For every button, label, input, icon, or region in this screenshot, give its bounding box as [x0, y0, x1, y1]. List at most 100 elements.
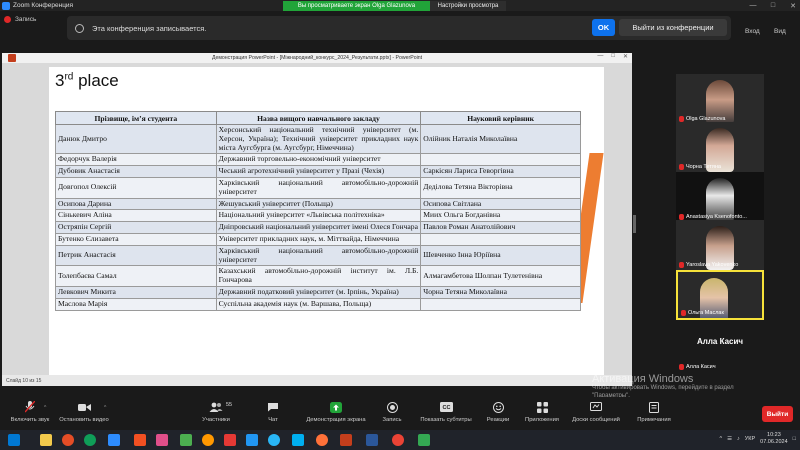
powerpoint-window-title: Демонстрация PowerPoint - [Міжнародний_к…	[211, 55, 423, 61]
participant-tile-active-speaker[interactable]: Ольга Маслак	[676, 270, 764, 320]
table-row: Дубовик Анастасія Чеський агротехнічний у…	[55, 165, 581, 178]
chevron-up-icon[interactable]: ^	[104, 405, 106, 411]
unmute-label: Включить звук	[10, 417, 50, 423]
language-indicator[interactable]: УКР	[745, 436, 755, 442]
powerpoint-titlebar: Демонстрация PowerPoint - [Міжнародний_к…	[2, 53, 632, 63]
word-icon[interactable]	[366, 434, 378, 446]
cell-university: Харківський національний автомобільно-до…	[215, 176, 422, 199]
ok-button[interactable]: OK	[592, 19, 615, 36]
cell-student: Федорчук Валерія	[55, 153, 217, 167]
participant-name: Алла Касич	[686, 364, 716, 370]
participant-name: Yaroslava Yakovenko	[686, 262, 739, 268]
enter-label: Вход	[745, 28, 760, 35]
slide: 3rd place Прізвище, ім’я студента Назва …	[49, 67, 604, 375]
mic-muted-icon	[681, 310, 686, 316]
cell-supervisor: Миих Ольга Богданівна	[420, 209, 581, 223]
leave-conference-button[interactable]: Выйти из конференции	[619, 19, 727, 36]
powerpoint-window-controls: — □ ✕	[597, 53, 628, 60]
participants-icon	[209, 401, 223, 413]
chat-label: Чат	[268, 417, 278, 423]
notes-button[interactable]: Примечания	[624, 401, 684, 423]
participant-display-name: Алла Касич	[696, 337, 744, 346]
cell-student: Толепбаєва Самал	[55, 265, 217, 287]
app-icon[interactable]	[418, 434, 430, 446]
chat-button[interactable]: Чат	[243, 401, 303, 423]
captions-button[interactable]: CC Показать субтитры	[416, 401, 476, 423]
chrome-icon[interactable]	[62, 434, 74, 446]
table-row: Бутенко Єлизавета Університет прикладних …	[55, 232, 581, 246]
notes-icon	[647, 401, 661, 413]
leave-button[interactable]: Выйти	[762, 406, 793, 422]
chevron-up-icon[interactable]: ^	[44, 405, 46, 411]
firefox-icon[interactable]	[316, 434, 328, 446]
cell-supervisor	[420, 232, 581, 246]
record-icon	[385, 401, 399, 413]
maximize-icon[interactable]: □	[768, 2, 778, 9]
notifications-icon[interactable]: □	[793, 436, 796, 442]
minimize-icon: —	[597, 53, 604, 59]
slide-counter: Слайд 10 из 15	[6, 377, 42, 384]
share-screen-icon	[329, 401, 343, 413]
cell-university: Харківський національний автомобільно-до…	[215, 244, 422, 267]
app-icon[interactable]	[202, 434, 214, 446]
edge-icon[interactable]	[84, 434, 96, 446]
chrome-icon[interactable]	[392, 434, 404, 446]
windows-taskbar: ^ ☰ ♪ УКР 10:23 07.06.2024 □	[0, 430, 800, 450]
volume-icon[interactable]: ♪	[737, 436, 740, 442]
share-screen-button[interactable]: Демонстрация экрана	[302, 401, 370, 423]
record-label: Запись	[382, 417, 402, 423]
app-icon[interactable]	[156, 434, 168, 446]
unmute-button[interactable]: Включить звук	[0, 401, 60, 423]
participant-tile[interactable]: Olga Glazunova	[676, 74, 764, 124]
recording-status[interactable]: Запись	[4, 16, 36, 23]
minimize-icon[interactable]: —	[748, 2, 758, 9]
participants-button[interactable]: Участники	[186, 401, 246, 423]
view-menu[interactable]: Вид	[774, 28, 786, 35]
chevron-up-icon[interactable]: ^	[719, 436, 722, 442]
cell-university: Державний податковий університет (м. Ірп…	[215, 285, 422, 299]
clock[interactable]: 10:23 07.06.2024	[760, 432, 788, 446]
participant-tile[interactable]: Anastasiya Ksenofonto...	[676, 172, 764, 222]
cell-supervisor: Дедiлова Тетяна Вікторівна	[420, 176, 581, 199]
table-row: Петрик Анастасія Харківський національний…	[55, 244, 581, 267]
telegram-icon[interactable]	[268, 434, 280, 446]
window-title: Zoom Конференция	[13, 2, 74, 9]
participant-tile[interactable]: Yaroslava Yakovenko	[676, 220, 764, 270]
apps-button[interactable]: Приложения	[512, 401, 572, 423]
participant-tile[interactable]: Чорна Тетяна	[676, 122, 764, 172]
participant-name: Чорна Тетяна	[686, 164, 721, 170]
close-icon[interactable]: ✕	[788, 2, 798, 10]
cell-supervisor: Чорна Тетяна Миколаївна	[420, 285, 581, 299]
record-dot-icon	[4, 16, 11, 23]
table-row: Данюк Дмитро Херсонський національний тех…	[55, 123, 581, 155]
cell-university: Чеський агротехнічний університет у Праз…	[215, 165, 422, 178]
participant-tile[interactable]: Алла Касич Алла Касич	[676, 322, 764, 372]
smiley-face-icon	[491, 401, 505, 413]
whiteboards-button[interactable]: Доски сообщений	[566, 401, 626, 423]
zoom-taskbar-icon[interactable]	[108, 434, 120, 446]
window-controls: — □ ✕	[748, 0, 798, 11]
cell-university: Жешувський університет (Польща)	[215, 197, 422, 211]
watermark-line: Чтобы активировать Windows, перейдите в …	[592, 385, 734, 391]
enter-menu[interactable]: Вход	[745, 28, 760, 35]
app-icon[interactable]	[224, 434, 236, 446]
powerpoint-taskbar-icon[interactable]	[340, 434, 352, 446]
cell-university: Державний торговельно-економічний універ…	[215, 153, 422, 167]
skype-icon[interactable]	[292, 434, 304, 446]
file-explorer-icon[interactable]	[40, 434, 52, 446]
share-screen-label: Демонстрация экрана	[306, 417, 366, 423]
app-icon[interactable]	[246, 434, 258, 446]
cell-supervisor: Павлов Роман Анатолійович	[420, 221, 581, 234]
recording-status-label: Запись	[15, 16, 37, 23]
store-icon[interactable]	[134, 434, 146, 446]
share-scrollbar[interactable]	[633, 215, 636, 233]
app-icon[interactable]	[180, 434, 192, 446]
network-icon[interactable]: ☰	[727, 436, 732, 442]
record-button[interactable]: Запись	[362, 401, 422, 423]
table-row: Толепбаєва Самал Казахський автомобільно-…	[55, 265, 581, 287]
zoom-logo-icon	[2, 1, 10, 10]
view-settings-button[interactable]: Настройки просмотра	[430, 1, 506, 11]
meeting-toolbar: Включить звук ^ Остановить видео ^ Участ…	[0, 397, 800, 430]
cell-student: Данюк Дмитро	[55, 123, 217, 155]
windows-start-icon[interactable]	[8, 434, 20, 446]
